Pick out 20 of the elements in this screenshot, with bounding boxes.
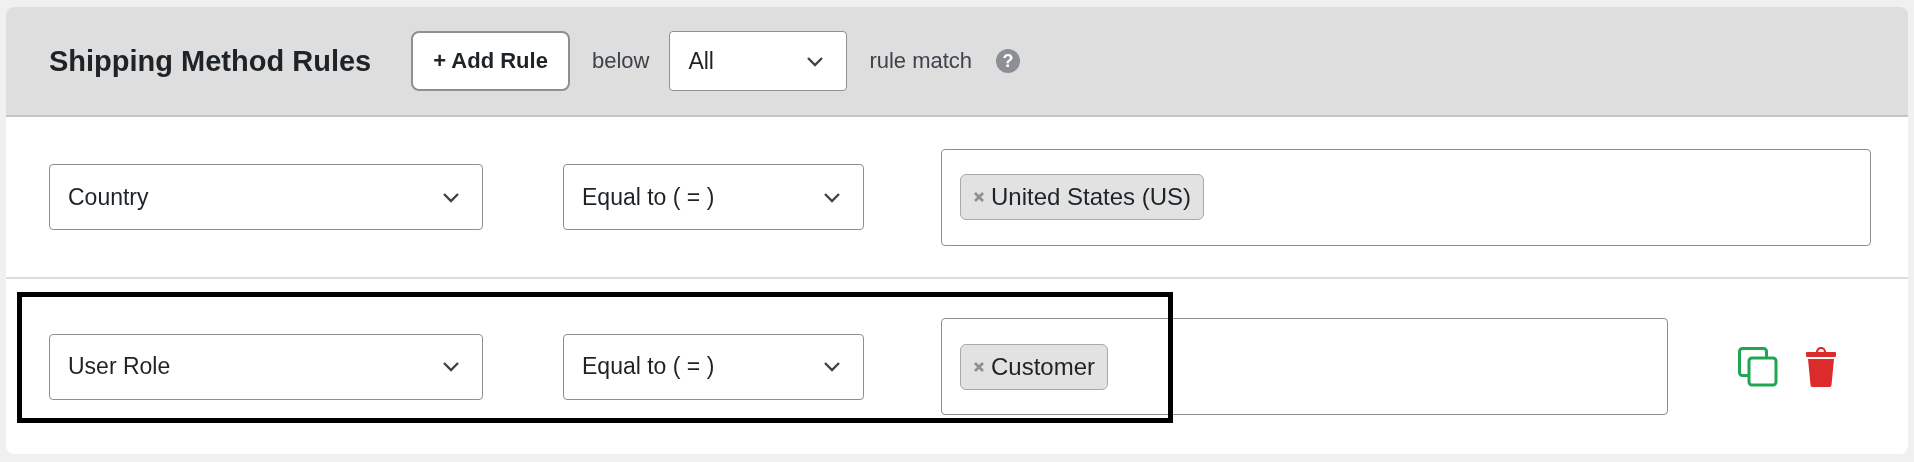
chevron-down-icon	[806, 55, 825, 67]
field-select[interactable]: User Role	[49, 333, 483, 400]
chevron-down-icon	[442, 191, 460, 203]
operator-select[interactable]: Equal to ( = )	[563, 164, 864, 230]
remove-icon[interactable]	[973, 360, 985, 373]
rule-match-label: rule match	[869, 48, 973, 74]
chevron-down-icon	[823, 361, 841, 372]
trash-icon[interactable]	[1805, 346, 1837, 387]
add-rule-button[interactable]: + Add Rule	[411, 31, 570, 91]
chevron-down-icon	[823, 191, 841, 203]
chevron-down-icon	[442, 361, 460, 372]
operator-select[interactable]: Equal to ( = )	[563, 333, 864, 400]
match-select[interactable]: All	[669, 31, 848, 91]
values-field[interactable]: Customer	[941, 318, 1668, 415]
panel-title: Shipping Method Rules	[49, 44, 372, 78]
values-field[interactable]: United States (US)	[941, 148, 1871, 246]
copy-icon[interactable]	[1738, 346, 1778, 387]
below-label: below	[591, 48, 650, 74]
remove-icon[interactable]	[973, 191, 985, 203]
field-select[interactable]: Country	[49, 164, 483, 230]
